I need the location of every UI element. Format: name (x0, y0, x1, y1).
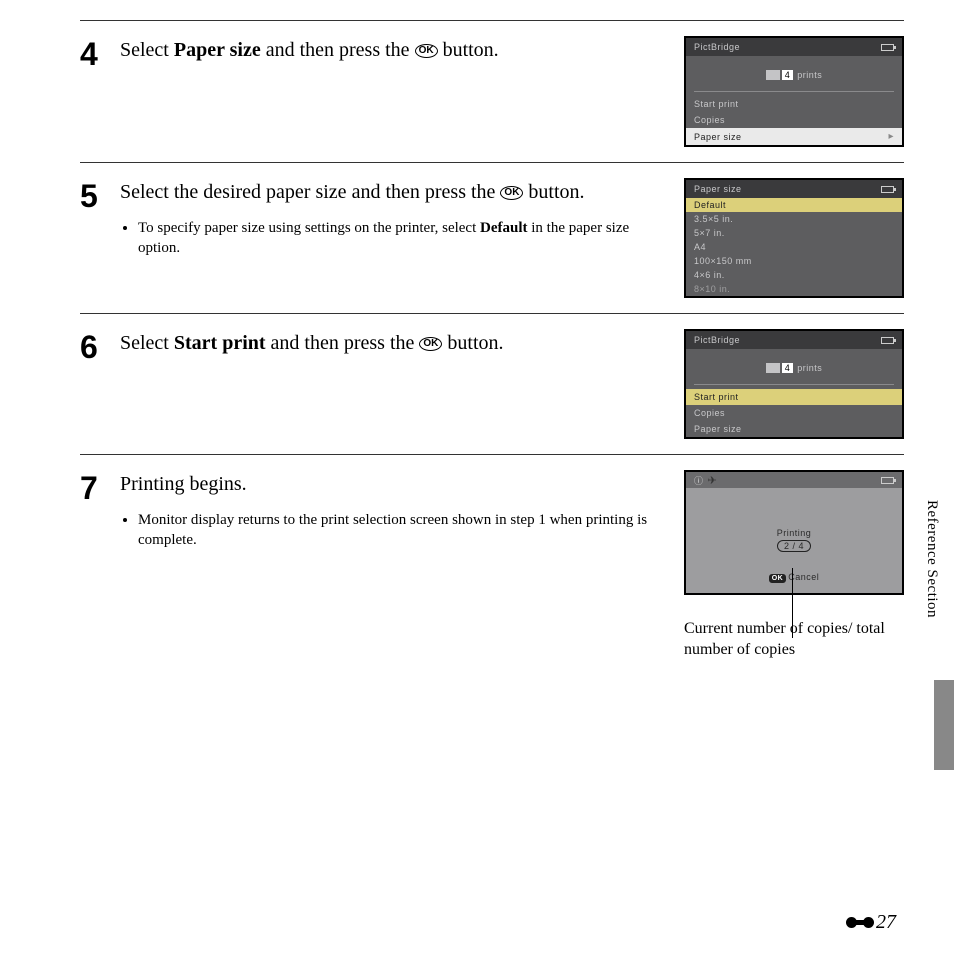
step-number: 6 (80, 331, 120, 363)
camera-screen: PictBridge 4prints Start print Copies Pa… (684, 36, 904, 147)
paper-option[interactable]: 100×150 mm (686, 254, 902, 268)
callout-label: Current number of copies/ total number o… (684, 619, 904, 661)
bullet-item: To specify paper size using settings on … (138, 218, 664, 259)
menu-item-label: Paper size (694, 132, 742, 142)
step-4-section: 4 Select Paper size and then press the O… (80, 20, 904, 162)
bullet-list: To specify paper size using settings on … (120, 218, 664, 259)
step-body: Printing begins. Monitor display returns… (120, 470, 684, 557)
screen-column: Paper size Default 3.5×5 in. 5×7 in. A4 … (684, 178, 904, 298)
prints-number: 4 (782, 70, 794, 80)
prints-indicator: 4prints (686, 56, 902, 91)
camera-screen-printing: ⓘ✈ Printing 2 / 4 OKCancel (684, 470, 904, 595)
ok-icon: OK (415, 44, 438, 58)
title-bold: Start print (174, 332, 266, 354)
page-number: 27 (846, 911, 896, 934)
step-7-section: 7 Printing begins. Monitor display retur… (80, 454, 904, 676)
prints-label: prints (797, 70, 822, 80)
battery-icon (881, 44, 894, 51)
bullet-text: Monitor display returns to the print sel… (138, 512, 647, 548)
step-title: Printing begins. (120, 470, 664, 498)
prints-label: prints (797, 363, 822, 373)
progress-counter: 2 / 4 (777, 540, 811, 552)
step-body: Select Paper size and then press the OK … (120, 36, 684, 64)
menu-item-copies[interactable]: Copies (686, 405, 902, 421)
title-text: Select (120, 39, 174, 61)
screen-column: PictBridge 4prints Start print Copies Pa… (684, 329, 904, 439)
thumbnail-icon (766, 70, 780, 80)
screen-header: PictBridge (686, 38, 902, 56)
menu-item-copies[interactable]: Copies (686, 112, 902, 128)
leader-line (792, 568, 793, 638)
battery-icon (881, 337, 894, 344)
header-title: PictBridge (694, 335, 740, 345)
title-text: button. (438, 39, 499, 61)
page-number-text: 27 (876, 911, 896, 934)
title-text: Printing begins. (120, 473, 247, 495)
step-number: 4 (80, 38, 120, 70)
title-text: Select (120, 332, 174, 354)
step-6-section: 6 Select Start print and then press the … (80, 313, 904, 454)
battery-icon (881, 477, 894, 484)
camera-screen: Paper size Default 3.5×5 in. 5×7 in. A4 … (684, 178, 904, 298)
paper-option[interactable]: 4×6 in. (686, 268, 902, 282)
step-title: Select Start print and then press the OK… (120, 329, 664, 357)
menu-item-start-print[interactable]: Start print (686, 389, 902, 405)
prints-indicator: 4prints (686, 349, 902, 384)
screen-column: ⓘ✈ Printing 2 / 4 OKCancel Current numbe… (684, 470, 904, 661)
title-text: button. (523, 181, 584, 203)
step-title: Select Paper size and then press the OK … (120, 36, 664, 64)
divider (694, 91, 894, 92)
screen-column: PictBridge 4prints Start print Copies Pa… (684, 36, 904, 147)
bullet-text: To specify paper size using settings on … (138, 220, 480, 236)
step-body: Select Start print and then press the OK… (120, 329, 684, 357)
battery-icon (881, 186, 894, 193)
bullet-bold: Default (480, 220, 528, 236)
paper-option[interactable]: 3.5×5 in. (686, 212, 902, 226)
menu-item-paper-size[interactable]: Paper size ▸ (686, 128, 902, 145)
thumbnail-icon (766, 363, 780, 373)
paper-option[interactable]: 8×10 in. (686, 282, 902, 296)
step-5-section: 5 Select the desired paper size and then… (80, 162, 904, 313)
step-title: Select the desired paper size and then p… (120, 178, 664, 206)
divider (694, 384, 894, 385)
cancel-row: OKCancel (686, 572, 902, 583)
printing-status: Printing 2 / 4 (686, 488, 902, 564)
section-icon (846, 916, 874, 930)
screen-header: Paper size (686, 180, 902, 198)
title-text: and then press the (266, 332, 420, 354)
step-body: Select the desired paper size and then p… (120, 178, 684, 265)
ok-icon: OK (419, 337, 442, 351)
paper-option[interactable]: A4 (686, 240, 902, 254)
menu-item-paper-size[interactable]: Paper size (686, 421, 902, 437)
ok-icon: OK (500, 186, 523, 200)
ok-icon: OK (769, 574, 787, 583)
paper-option-default[interactable]: Default (686, 198, 902, 212)
bullet-item: Monitor display returns to the print sel… (138, 510, 664, 551)
title-text: and then press the (261, 39, 415, 61)
header-icons: ⓘ✈ (694, 474, 717, 487)
step-number: 7 (80, 472, 120, 504)
bullet-list: Monitor display returns to the print sel… (120, 510, 664, 551)
title-text: Select the desired paper size and then p… (120, 181, 500, 203)
camera-screen: PictBridge 4prints Start print Copies Pa… (684, 329, 904, 439)
chevron-right-icon: ▸ (888, 131, 894, 142)
header-title: Paper size (694, 184, 742, 194)
transfer-icon: ✈ (708, 475, 718, 487)
step-number: 5 (80, 180, 120, 212)
screen-header: PictBridge (686, 331, 902, 349)
side-tab (934, 680, 954, 770)
paper-option[interactable]: 5×7 in. (686, 226, 902, 240)
printing-label: Printing (686, 528, 902, 538)
menu-item-start-print[interactable]: Start print (686, 96, 902, 112)
side-label: Reference Section (923, 500, 940, 618)
title-bold: Paper size (174, 39, 261, 61)
prints-number: 4 (782, 363, 794, 373)
header-title: PictBridge (694, 42, 740, 52)
screen-header: ⓘ✈ (686, 472, 902, 488)
title-text: button. (442, 332, 503, 354)
